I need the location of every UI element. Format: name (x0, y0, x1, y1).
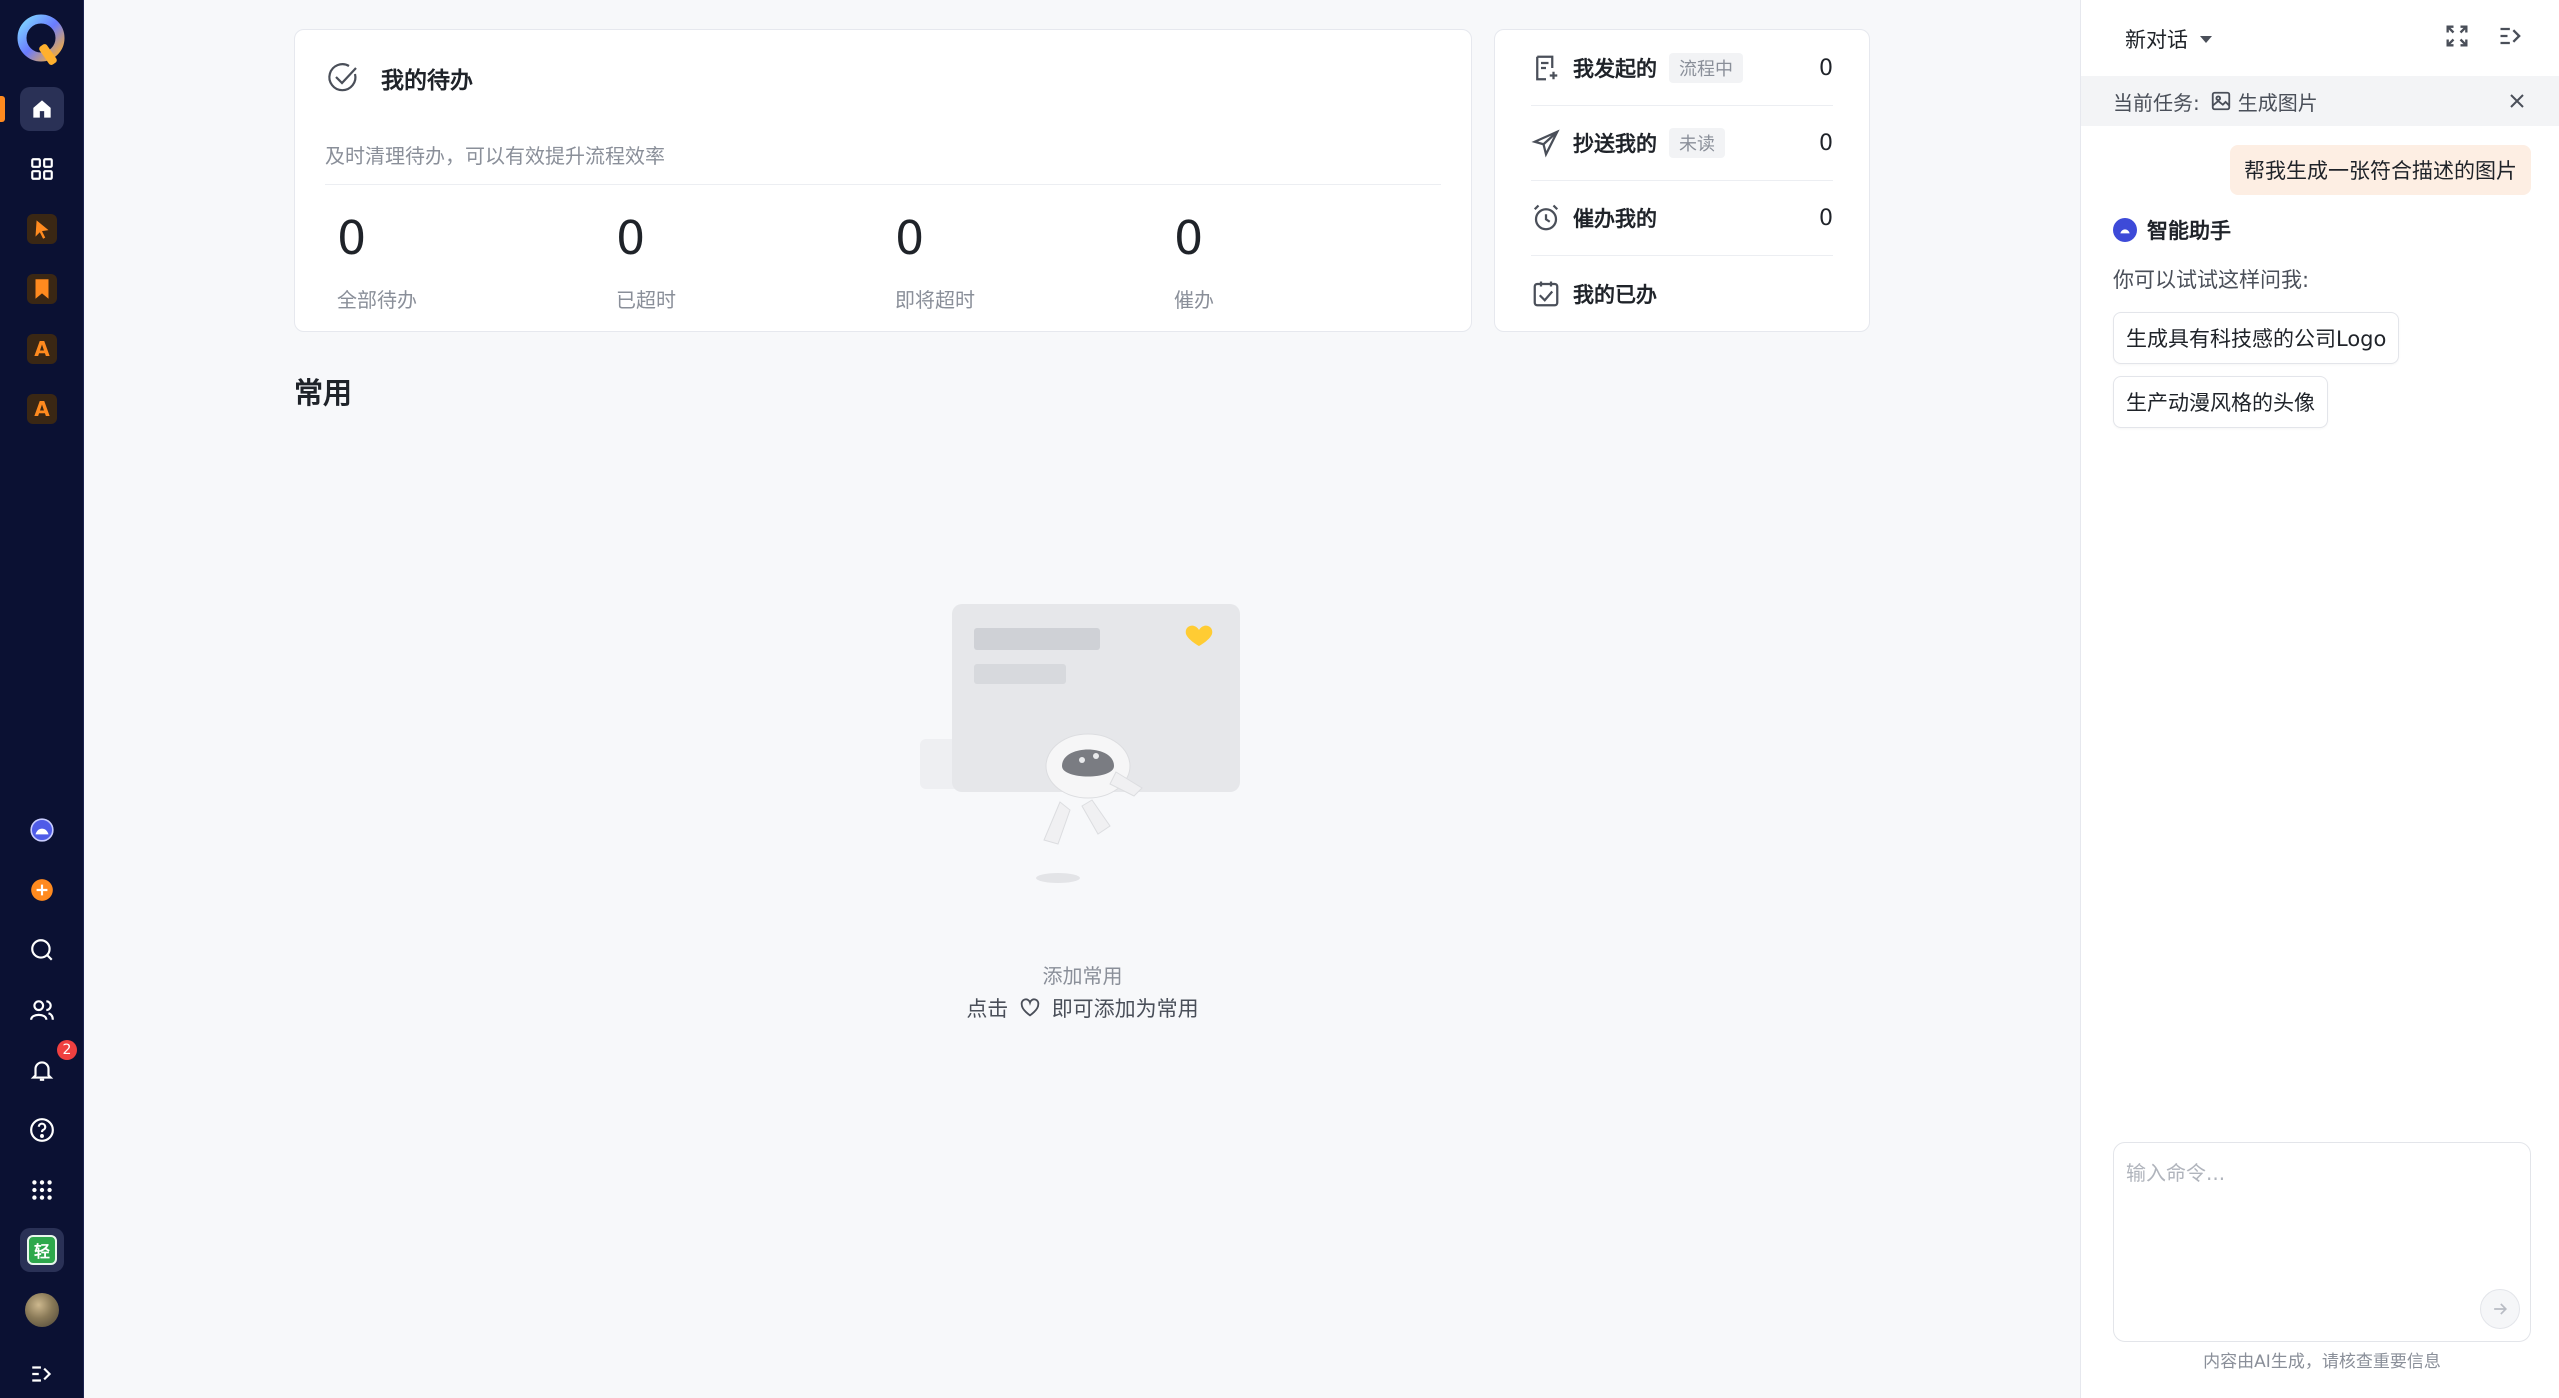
todo-subtitle: 及时清理待办，可以有效提升流程效率 (325, 144, 665, 168)
rail-home-button[interactable] (20, 87, 64, 131)
alarm-icon (1533, 204, 1559, 231)
bell-icon (30, 1061, 54, 1081)
image-icon (2211, 91, 2230, 111)
empty-hint-prefix: 点击 (966, 997, 1009, 1021)
flow-tag: 流程中 (1669, 53, 1743, 83)
stat-label: 全部待办 (337, 288, 417, 312)
rail-add-button[interactable] (20, 868, 64, 912)
rail-qing-app[interactable]: 轻 (20, 1228, 64, 1272)
command-input[interactable] (2114, 1143, 2530, 1341)
flow-name: 催办我的 (1573, 207, 1657, 231)
empty-state-title: 添加常用 (1042, 964, 1123, 988)
assistant-panel: 新对话 当前任务: 生成图片 帮我生成一张符合描述的图片 智能助手 你可以试试这… (2080, 0, 2559, 1398)
checkbox-icon (1533, 281, 1559, 306)
stat-value: 0 (895, 211, 925, 265)
command-input-box (2113, 1142, 2531, 1342)
stat-label: 催办 (1174, 288, 1214, 312)
heart-icon (1020, 998, 1040, 1017)
fullscreen-icon[interactable] (2443, 22, 2471, 50)
empty-state-hint: 点击 即可添加为常用 (0, 993, 2165, 1023)
avatar (25, 1293, 59, 1327)
new-chat-label: 新对话 (2125, 28, 2188, 52)
grid-icon (31, 158, 53, 180)
todo-header: 我的待办 (325, 60, 473, 96)
rail-app-pointer[interactable] (20, 207, 64, 251)
left-rail: A A 2 轻 (0, 0, 84, 1398)
app-a-icon: A (27, 334, 57, 364)
todo-card: 我的待办 及时清理待办，可以有效提升流程效率 0 全部待办 0 已超时 0 即将… (294, 29, 1472, 332)
flow-row-urged[interactable]: 催办我的 0 (1531, 181, 1833, 256)
add-icon (31, 879, 53, 901)
close-icon[interactable] (2505, 89, 2529, 113)
check-circle-icon (328, 63, 357, 92)
stat-overdue[interactable]: 0 已超时 (616, 210, 676, 313)
rail-app-a-1[interactable]: A (20, 327, 64, 371)
stat-value: 0 (616, 211, 646, 265)
flow-count: 0 (1819, 130, 1833, 156)
caret-down-icon (2200, 35, 2212, 43)
user-message: 帮我生成一张符合描述的图片 (2230, 145, 2531, 195)
current-task-bar: 当前任务: 生成图片 (2081, 76, 2559, 126)
expand-icon (32, 1366, 52, 1382)
rail-app-bookmark[interactable] (20, 267, 64, 311)
suggestion-chip[interactable]: 生产动漫风格的头像 (2113, 376, 2328, 428)
task-label: 当前任务: (2113, 90, 2200, 115)
flow-card: 我发起的 流程中 0 抄送我的 未读 0 催办我的 0 我的已办 (1494, 29, 1870, 332)
flow-row-initiated[interactable]: 我发起的 流程中 0 (1531, 31, 1833, 106)
stat-value: 0 (1174, 211, 1204, 265)
ai-disclaimer: 内容由AI生成，请核查重要信息 (2203, 1352, 2441, 1372)
stat-value: 0 (337, 211, 367, 265)
stat-label: 即将超时 (895, 288, 975, 312)
bot-name: 智能助手 (2147, 219, 2231, 243)
stat-label: 已超时 (616, 288, 676, 312)
rail-app-a-2[interactable]: A (20, 387, 64, 431)
app-a-icon: A (27, 394, 57, 424)
stat-urged[interactable]: 0 催办 (1174, 210, 1214, 313)
rail-assistant-button[interactable] (20, 808, 64, 852)
apps-grid-icon (32, 1180, 52, 1200)
assistant-icon (30, 818, 54, 842)
empty-state-illustration (920, 604, 1240, 883)
task-name: 生成图片 (2237, 90, 2318, 115)
rail-expand-button[interactable] (20, 1352, 64, 1396)
app-logo[interactable] (17, 14, 67, 70)
rail-help-button[interactable] (20, 1108, 64, 1152)
flow-count: 0 (1819, 55, 1833, 81)
flow-tag: 未读 (1669, 128, 1725, 158)
rail-avatar-button[interactable] (20, 1288, 64, 1332)
suggestion-chip[interactable]: 生成具有科技感的公司Logo (2113, 312, 2400, 364)
stat-due-soon[interactable]: 0 即将超时 (895, 210, 975, 313)
bot-header: 智能助手 (2113, 215, 2231, 245)
new-chat-dropdown[interactable]: 新对话 (2125, 24, 2212, 54)
rail-apps-button[interactable] (20, 1168, 64, 1212)
flow-name: 抄送我的 (1573, 132, 1657, 156)
flow-row-done[interactable]: 我的已办 (1531, 256, 1833, 331)
stat-all-todo[interactable]: 0 全部待办 (337, 210, 417, 313)
arrow-right-icon (2494, 1303, 2508, 1315)
todo-title: 我的待办 (381, 68, 473, 94)
notification-badge: 2 (57, 1040, 77, 1060)
rail-workbench-button[interactable] (20, 147, 64, 191)
home-icon (33, 100, 51, 118)
common-section-title: 常用 (294, 376, 353, 410)
app-bookmark-icon (27, 274, 57, 304)
document-add-icon (1536, 55, 1558, 81)
active-indicator (0, 96, 5, 122)
qing-app-icon: 轻 (27, 1235, 57, 1265)
empty-hint-suffix: 即可添加为常用 (1051, 997, 1199, 1021)
flow-name: 我发起的 (1573, 57, 1657, 81)
divider (325, 184, 1441, 185)
collapse-panel-icon[interactable] (2497, 22, 2525, 50)
bot-hint: 你可以试试这样问我: (2113, 268, 2310, 292)
app-pointer-icon (27, 214, 57, 244)
flow-row-cc[interactable]: 抄送我的 未读 0 (1531, 106, 1833, 181)
help-icon (30, 1118, 54, 1142)
send-button[interactable] (2480, 1289, 2520, 1329)
assistant-icon (2113, 218, 2137, 242)
send-icon (1531, 129, 1560, 158)
flow-count: 0 (1819, 205, 1833, 231)
flow-name: 我的已办 (1573, 282, 1657, 307)
